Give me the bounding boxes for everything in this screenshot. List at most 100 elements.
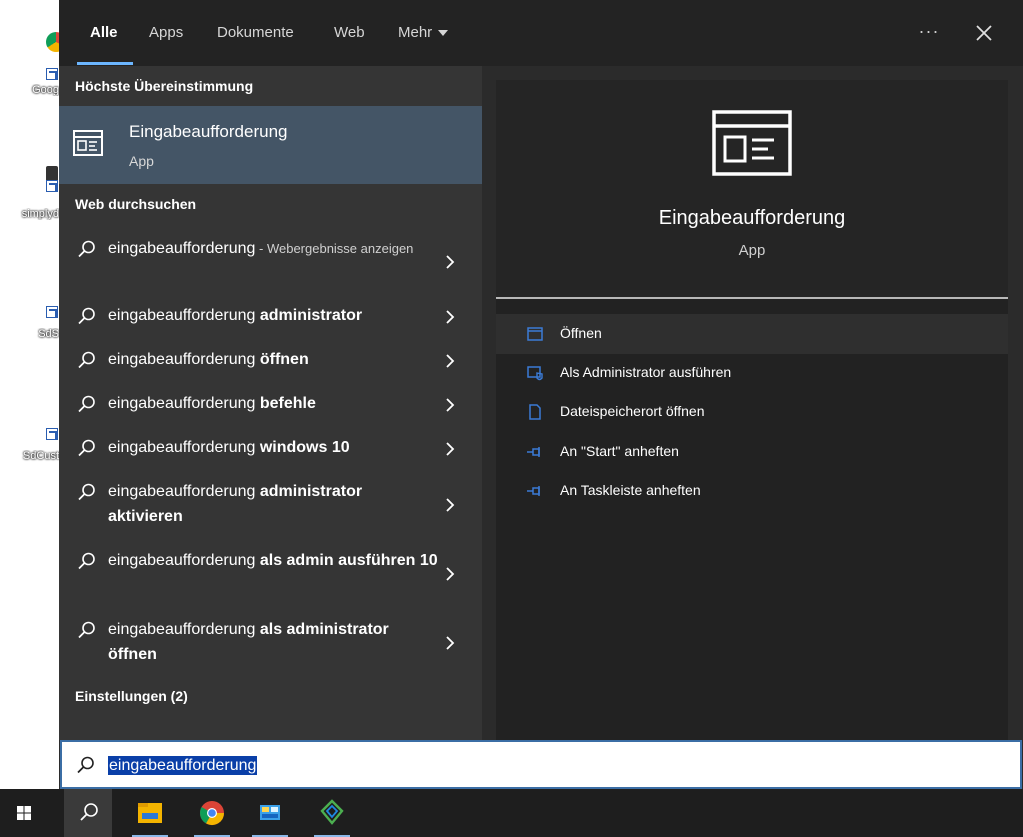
taskbar-control-panel[interactable] [246, 789, 294, 837]
web-search-item[interactable]: eingabeaufforderung öffnen [59, 347, 482, 379]
web-search-item[interactable]: eingabeaufforderung - Webergebnisse anze… [59, 236, 482, 294]
command-prompt-icon [73, 130, 103, 161]
query-suggestion-text: administrator [259, 307, 363, 324]
tab-mehr[interactable]: Mehr [398, 24, 449, 41]
preview-app-name: Eingabeaufforderung [658, 207, 846, 229]
web-search-item-text: eingabeaufforderung öffnen [108, 347, 438, 372]
tab-web[interactable]: Web [334, 24, 365, 41]
tab-apps[interactable]: Apps [149, 24, 183, 41]
file-explorer-icon [138, 803, 162, 823]
best-match-heading: Höchste Übereinstimmung [75, 78, 254, 94]
chrome-icon [199, 801, 224, 826]
search-icon [76, 755, 96, 780]
preview-pane: Eingabeaufforderung App Öffnen Als Admini… [496, 80, 1008, 740]
chevron-right-icon[interactable] [443, 398, 457, 412]
web-search-item[interactable]: eingabeaufforderung windows 10 [59, 435, 482, 467]
preview-divider [496, 297, 1008, 299]
desktop-shortcut-label: SdS [38, 328, 59, 340]
web-search-item-text: eingabeaufforderung windows 10 [108, 435, 438, 460]
close-icon [976, 25, 992, 41]
open-icon [526, 325, 544, 348]
chevron-right-icon[interactable] [443, 567, 457, 581]
preview-action[interactable]: Als Administrator ausführen [496, 353, 1008, 393]
chevron-right-icon[interactable] [443, 636, 457, 650]
taskbar [0, 789, 1023, 837]
search-box[interactable]: eingabeaufforderung [60, 740, 1022, 789]
search-icon [77, 482, 97, 507]
web-search-item[interactable]: eingabeaufforderung administrator [59, 303, 482, 335]
desktop-shortcut-label: simplyd [21, 208, 59, 220]
search-icon [77, 551, 97, 576]
web-search-item[interactable]: eingabeaufforderung als administrator öf… [59, 617, 482, 673]
search-input[interactable]: eingabeaufforderung [108, 756, 258, 775]
query-suggestion-text: öffnen [259, 351, 309, 368]
run-as-admin-icon [526, 364, 544, 387]
web-search-item[interactable]: eingabeaufforderung als admin ausführen … [59, 548, 482, 604]
close-button[interactable] [969, 18, 999, 48]
query-base-text: eingabeaufforderung [108, 439, 260, 456]
preview-action[interactable]: An "Start" anheften [496, 432, 1008, 472]
shortcut-arrow-icon [46, 428, 58, 440]
web-search-item-text: eingabeaufforderung administrator [108, 303, 438, 328]
taskbar-search-button[interactable] [64, 789, 112, 837]
windows-start-icon [17, 806, 31, 820]
chevron-right-icon[interactable] [443, 354, 457, 368]
start-button[interactable] [0, 789, 48, 837]
query-suggestion-text: windows 10 [259, 439, 350, 456]
web-search-item[interactable]: eingabeaufforderung befehle [59, 391, 482, 423]
shortcut-arrow-icon [46, 306, 58, 318]
query-base-text: eingabeaufforderung [108, 552, 260, 569]
preview-action[interactable]: Öffnen [496, 314, 1008, 354]
shortcut-arrow-icon [46, 68, 58, 80]
search-icon [77, 306, 97, 331]
search-icon [77, 620, 97, 645]
tab-dokumente[interactable]: Dokumente [217, 24, 294, 41]
query-base-text: eingabeaufforderung [108, 621, 260, 638]
chevron-right-icon[interactable] [443, 255, 457, 269]
search-flyout: Alle Apps Dokumente Web Mehr ··· Höchste… [59, 0, 1023, 789]
desktop-shortcut-simplyd[interactable]: simplyd [0, 162, 60, 232]
tab-alle[interactable]: Alle [90, 24, 118, 41]
taskbar-app[interactable] [308, 789, 356, 837]
web-search-item-text: eingabeaufforderung - Webergebnisse anze… [108, 236, 438, 261]
desktop-shortcut-sdcust[interactable]: SdCust [0, 420, 60, 490]
desktop-shortcut-sds[interactable]: SdS [0, 300, 60, 370]
taskbar-chrome[interactable] [188, 789, 236, 837]
more-options-button[interactable]: ··· [914, 18, 944, 48]
app-icon [320, 799, 344, 825]
web-results-suffix: - Webergebnisse anzeigen [255, 241, 414, 256]
preview-action[interactable]: Dateispeicherort öffnen [496, 392, 1008, 432]
search-icon [77, 239, 97, 264]
pin-icon [526, 482, 544, 505]
web-search-item-text: eingabeaufforderung als administrator öf… [108, 617, 438, 667]
desktop-shortcut-label: Goog [32, 84, 59, 96]
preview-action-label: An Taskleiste anheften [560, 482, 701, 498]
best-match-item[interactable]: Eingabeaufforderung App [59, 106, 482, 184]
chevron-right-icon[interactable] [443, 310, 457, 324]
web-search-item-text: eingabeaufforderung befehle [108, 391, 438, 416]
command-prompt-large-icon [712, 110, 792, 181]
query-base-text: eingabeaufforderung [108, 395, 260, 412]
web-search-heading: Web durchsuchen [75, 196, 197, 212]
preview-action-label: Dateispeicherort öffnen [560, 403, 705, 419]
preview-app-type: App [738, 242, 766, 259]
query-base-text: eingabeaufforderung [108, 240, 256, 257]
search-icon [77, 394, 97, 419]
shortcut-arrow-icon [46, 180, 58, 192]
desktop-shortcut-google[interactable]: Goog [0, 28, 66, 98]
query-base-text: eingabeaufforderung [108, 351, 260, 368]
preview-action[interactable]: An Taskleiste anheften [496, 471, 1008, 511]
web-search-item[interactable]: eingabeaufforderung administrator aktivi… [59, 479, 482, 535]
query-base-text: eingabeaufforderung [108, 307, 260, 324]
best-match-type: App [129, 153, 154, 169]
control-panel-icon [260, 805, 280, 820]
tab-mehr-label: Mehr [398, 24, 433, 41]
chevron-right-icon[interactable] [443, 498, 457, 512]
search-icon [77, 350, 97, 375]
chevron-right-icon[interactable] [443, 442, 457, 456]
taskbar-file-explorer[interactable] [126, 789, 174, 837]
preview-action-label: Als Administrator ausführen [560, 364, 732, 380]
pin-icon [526, 443, 544, 466]
preview-action-label: An "Start" anheften [560, 443, 679, 459]
preview-action-label: Öffnen [560, 325, 602, 341]
